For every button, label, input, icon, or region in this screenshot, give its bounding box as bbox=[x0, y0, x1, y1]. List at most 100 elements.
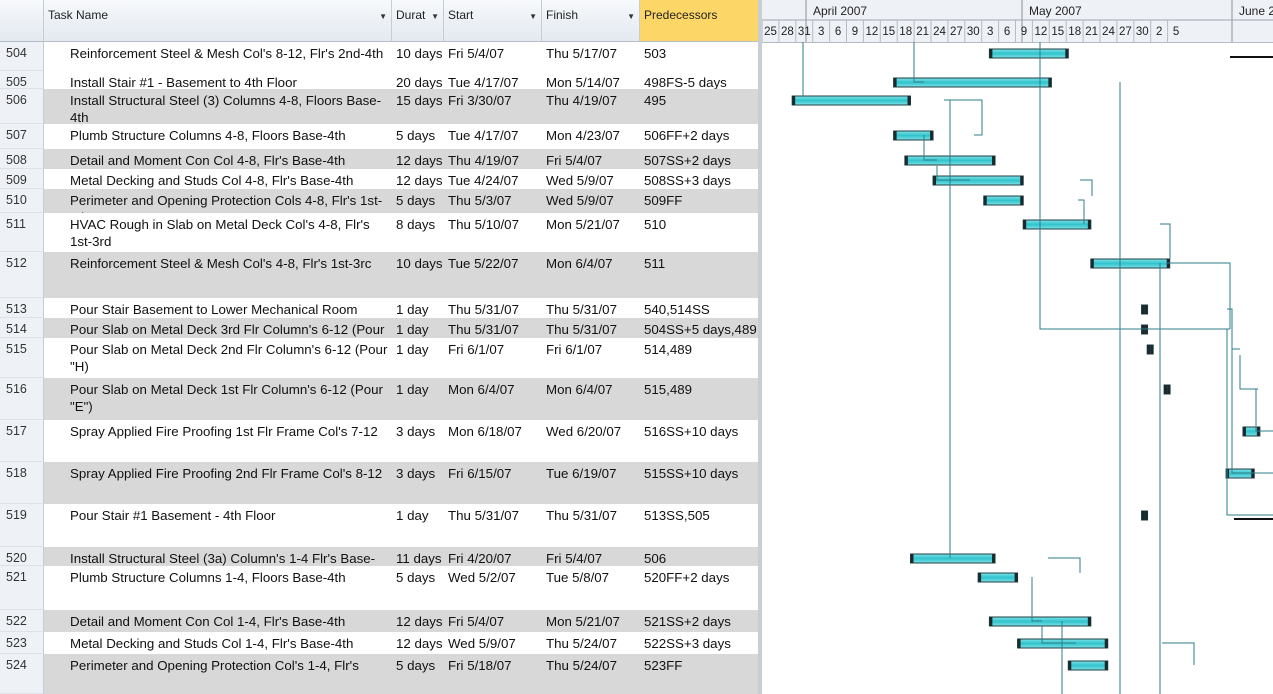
task-id[interactable]: 516 bbox=[0, 378, 44, 420]
task-predecessors[interactable]: 511 bbox=[640, 252, 760, 298]
task-id[interactable]: 519 bbox=[0, 504, 44, 547]
task-name[interactable]: Metal Decking and Studs Col 1-4, Flr's B… bbox=[44, 632, 392, 654]
task-start[interactable]: Tue 4/24/07 bbox=[444, 169, 542, 189]
filter-dropdown-icon[interactable]: ▼ bbox=[379, 12, 387, 21]
task-duration[interactable]: 3 days bbox=[392, 462, 444, 504]
task-finish[interactable]: Tue 6/19/07 bbox=[542, 462, 640, 504]
task-predecessors[interactable]: 504SS+5 days,489 bbox=[640, 318, 760, 338]
task-id[interactable]: 523 bbox=[0, 632, 44, 654]
task-row[interactable]: 504 Reinforcement Steel & Mesh Col's 8-12… bbox=[0, 42, 760, 71]
task-start[interactable]: Fri 5/4/07 bbox=[444, 42, 542, 71]
task-predecessors[interactable]: 508SS+3 days bbox=[640, 169, 760, 189]
task-predecessors[interactable]: 495 bbox=[640, 89, 760, 124]
task-predecessors[interactable]: 516SS+10 days bbox=[640, 420, 760, 462]
task-duration[interactable]: 5 days bbox=[392, 654, 444, 694]
task-bar[interactable] bbox=[1022, 219, 1092, 230]
task-id[interactable]: 507 bbox=[0, 124, 44, 149]
task-duration[interactable]: 1 day bbox=[392, 338, 444, 378]
task-finish[interactable]: Tue 5/8/07 bbox=[542, 566, 640, 610]
task-name[interactable]: Reinforcement Steel & Mesh Col's 8-12, F… bbox=[44, 42, 392, 71]
task-finish[interactable]: Mon 6/4/07 bbox=[542, 378, 640, 420]
task-predecessors[interactable]: 523FF bbox=[640, 654, 760, 694]
task-start[interactable]: Wed 5/9/07 bbox=[444, 632, 542, 654]
task-row[interactable]: 514 Pour Slab on Metal Deck 3rd Flr Colum… bbox=[0, 318, 760, 338]
task-row[interactable]: 506 Install Structural Steel (3) Columns … bbox=[0, 89, 760, 124]
task-row[interactable]: 507 Plumb Structure Columns 4-8, Floors B… bbox=[0, 124, 760, 149]
task-row[interactable]: 515 Pour Slab on Metal Deck 2nd Flr Colum… bbox=[0, 338, 760, 378]
task-predecessors[interactable]: 503 bbox=[640, 42, 760, 71]
task-start[interactable]: Thu 5/10/07 bbox=[444, 213, 542, 252]
task-predecessors[interactable]: 510 bbox=[640, 213, 760, 252]
task-name[interactable]: Pour Stair Basement to Lower Mechanical … bbox=[44, 298, 392, 318]
task-row[interactable]: 524 Perimeter and Opening Protection Col'… bbox=[0, 654, 760, 694]
task-finish[interactable]: Thu 5/24/07 bbox=[542, 654, 640, 694]
task-name[interactable]: Install Stair #1 - Basement to 4th Floor bbox=[44, 71, 392, 89]
task-predecessors[interactable]: 520FF+2 days bbox=[640, 566, 760, 610]
task-row[interactable]: 505 Install Stair #1 - Basement to 4th Fl… bbox=[0, 71, 760, 89]
task-finish[interactable]: Thu 5/24/07 bbox=[542, 632, 640, 654]
task-row[interactable]: 521 Plumb Structure Columns 1-4, Floors B… bbox=[0, 566, 760, 610]
task-id[interactable]: 520 bbox=[0, 547, 44, 566]
task-finish[interactable]: Thu 5/17/07 bbox=[542, 42, 640, 71]
task-id[interactable]: 514 bbox=[0, 318, 44, 338]
task-start[interactable]: Fri 6/1/07 bbox=[444, 338, 542, 378]
task-id[interactable]: 522 bbox=[0, 610, 44, 632]
task-bar[interactable] bbox=[983, 195, 1024, 206]
task-name[interactable]: Plumb Structure Columns 4-8, Floors Base… bbox=[44, 124, 392, 149]
task-bar[interactable] bbox=[977, 572, 1019, 583]
task-bar[interactable] bbox=[1067, 660, 1109, 671]
finish-column-header[interactable]: Finish ▼ bbox=[542, 0, 640, 42]
task-finish[interactable]: Thu 5/31/07 bbox=[542, 318, 640, 338]
task-duration[interactable]: 5 days bbox=[392, 124, 444, 149]
task-name[interactable]: Detail and Moment Con Col 1-4, Flr's Bas… bbox=[44, 610, 392, 632]
task-name[interactable]: Pour Slab on Metal Deck 3rd Flr Column's… bbox=[44, 318, 392, 338]
task-bar[interactable] bbox=[1090, 258, 1171, 269]
task-duration[interactable]: 8 days bbox=[392, 213, 444, 252]
task-duration[interactable]: 1 day bbox=[392, 298, 444, 318]
task-finish[interactable]: Thu 4/19/07 bbox=[542, 89, 640, 124]
task-row[interactable]: 517 Spray Applied Fire Proofing 1st Flr F… bbox=[0, 420, 760, 462]
task-name[interactable]: Pour Slab on Metal Deck 2nd Flr Column's… bbox=[44, 338, 392, 378]
task-row[interactable]: 509 Metal Decking and Studs Col 4-8, Flr'… bbox=[0, 169, 760, 189]
task-duration[interactable]: 12 days bbox=[392, 610, 444, 632]
task-duration[interactable]: 1 day bbox=[392, 504, 444, 547]
task-id[interactable]: 505 bbox=[0, 71, 44, 89]
task-finish[interactable]: Mon 6/4/07 bbox=[542, 252, 640, 298]
task-bar[interactable] bbox=[988, 48, 1069, 59]
task-start[interactable]: Thu 5/31/07 bbox=[444, 504, 542, 547]
task-name[interactable]: Detail and Moment Con Col 4-8, Flr's Bas… bbox=[44, 149, 392, 169]
task-name[interactable]: Pour Slab on Metal Deck 1st Flr Column's… bbox=[44, 378, 392, 420]
task-start[interactable]: Thu 4/19/07 bbox=[444, 149, 542, 169]
task-id[interactable]: 504 bbox=[0, 42, 44, 71]
task-start[interactable]: Fri 4/20/07 bbox=[444, 547, 542, 566]
task-predecessors[interactable]: 506FF+2 days bbox=[640, 124, 760, 149]
task-predecessors[interactable]: 498FS-5 days bbox=[640, 71, 760, 89]
task-id[interactable]: 508 bbox=[0, 149, 44, 169]
task-id[interactable]: 509 bbox=[0, 169, 44, 189]
task-duration[interactable]: 1 day bbox=[392, 378, 444, 420]
task-id[interactable]: 521 bbox=[0, 566, 44, 610]
task-name[interactable]: Perimeter and Opening Protection Col's 1… bbox=[44, 654, 392, 694]
task-predecessors[interactable]: 507SS+2 days bbox=[640, 149, 760, 169]
task-row[interactable]: 510 Perimeter and Opening Protection Cols… bbox=[0, 189, 760, 213]
task-row[interactable]: 512 Reinforcement Steel & Mesh Col's 4-8,… bbox=[0, 252, 760, 298]
predecessors-column-header[interactable]: Predecessors bbox=[640, 0, 760, 42]
task-duration[interactable]: 5 days bbox=[392, 566, 444, 610]
task-start[interactable]: Tue 4/17/07 bbox=[444, 71, 542, 89]
task-bar[interactable] bbox=[910, 553, 996, 564]
task-start[interactable]: Fri 6/15/07 bbox=[444, 462, 542, 504]
task-id[interactable]: 517 bbox=[0, 420, 44, 462]
task-start[interactable]: Wed 5/2/07 bbox=[444, 566, 542, 610]
task-id[interactable]: 518 bbox=[0, 462, 44, 504]
task-finish[interactable]: Fri 5/4/07 bbox=[542, 547, 640, 566]
task-predecessors[interactable]: 509FF bbox=[640, 189, 760, 213]
task-finish[interactable]: Wed 6/20/07 bbox=[542, 420, 640, 462]
filter-dropdown-icon[interactable]: ▼ bbox=[431, 12, 439, 21]
task-duration[interactable]: 10 days bbox=[392, 252, 444, 298]
task-predecessors[interactable]: 515,489 bbox=[640, 378, 760, 420]
task-predecessors[interactable]: 521SS+2 days bbox=[640, 610, 760, 632]
task-id[interactable]: 510 bbox=[0, 189, 44, 213]
task-finish[interactable]: Fri 5/4/07 bbox=[542, 149, 640, 169]
task-predecessors[interactable]: 540,514SS bbox=[640, 298, 760, 318]
task-row[interactable]: 516 Pour Slab on Metal Deck 1st Flr Colum… bbox=[0, 378, 760, 420]
